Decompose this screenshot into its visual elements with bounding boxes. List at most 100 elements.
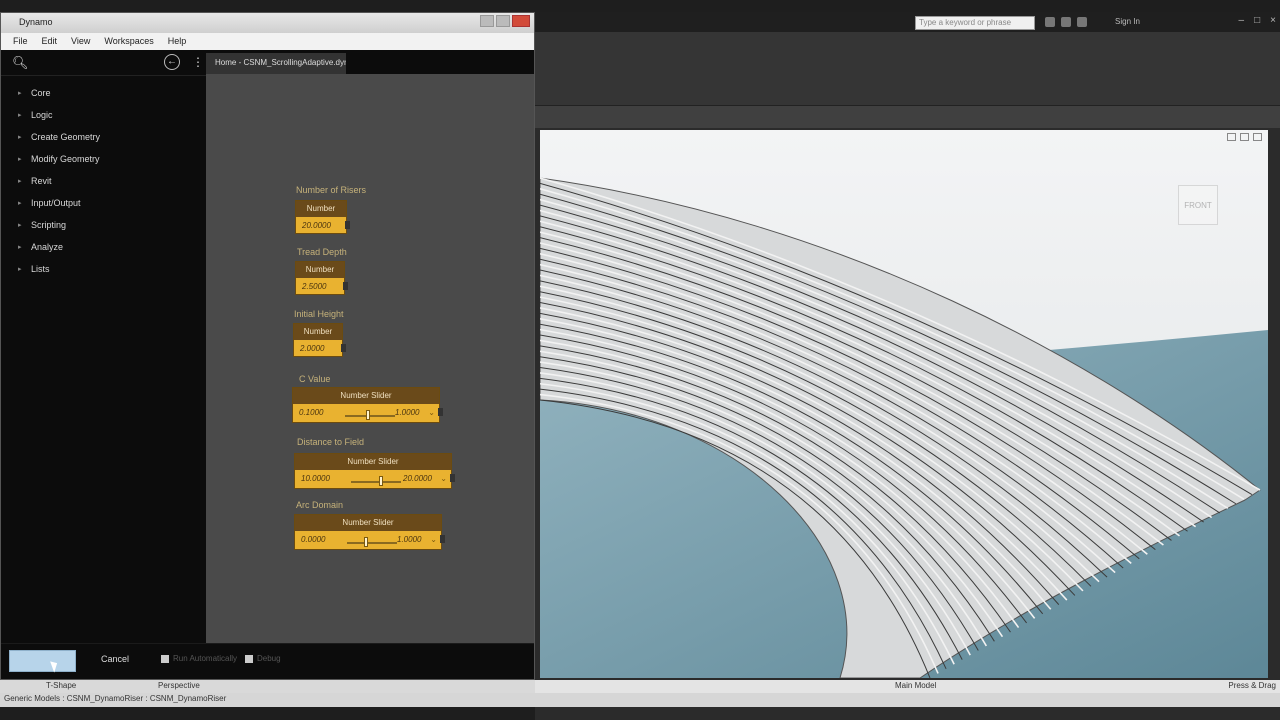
status-hint: Press & Drag bbox=[1228, 681, 1276, 690]
viewport-close-icon[interactable] bbox=[1253, 133, 1262, 141]
node-header: Number bbox=[296, 262, 344, 278]
library-item-revit[interactable]: ▸ Revit bbox=[1, 170, 206, 192]
output-port[interactable] bbox=[438, 408, 443, 416]
number-input[interactable]: 2.5000 bbox=[296, 278, 344, 294]
slider-min[interactable]: 0.0000 bbox=[301, 535, 325, 544]
back-arrow-icon[interactable]: ← bbox=[164, 54, 180, 70]
viewport-scene bbox=[540, 130, 1268, 678]
library-item-scripting[interactable]: ▸ Scripting bbox=[1, 214, 206, 236]
output-port[interactable] bbox=[345, 221, 350, 229]
workspace-tab[interactable]: Home - CSNM_ScrollingAdaptive.dyn bbox=[206, 53, 346, 74]
node-label-initial-height: Initial Height bbox=[294, 309, 344, 319]
chevron-right-icon: ▸ bbox=[18, 112, 22, 119]
chevron-down-icon[interactable]: ⌄ bbox=[428, 408, 435, 417]
chevron-right-icon: ▸ bbox=[18, 266, 22, 273]
library-item-lists[interactable]: ▸ Lists bbox=[1, 258, 206, 280]
output-port[interactable] bbox=[440, 535, 445, 543]
chevron-down-icon[interactable]: ⌄ bbox=[440, 474, 447, 483]
number-node-tread-depth[interactable]: Number 2.5000 bbox=[295, 261, 348, 295]
slider-min[interactable]: 10.0000 bbox=[301, 474, 330, 483]
slider-max[interactable]: 1.0000 bbox=[397, 535, 421, 544]
close-icon[interactable] bbox=[512, 15, 530, 27]
slider-body: 0.0000 1.0000 ⌄ bbox=[295, 531, 441, 549]
slider-node-distance-to-field[interactable]: Number Slider 10.0000 20.0000 ⌄ bbox=[294, 453, 455, 489]
node-header: Number bbox=[294, 324, 342, 340]
library-item-core[interactable]: ▸ Core bbox=[1, 82, 206, 104]
library-item-analyze[interactable]: ▸ Analyze bbox=[1, 236, 206, 258]
slider-node-arc-domain[interactable]: Number Slider 0.0000 1.0000 ⌄ bbox=[294, 514, 445, 550]
slider-node-c-value[interactable]: Number Slider 0.1000 1.0000 ⌄ bbox=[292, 387, 443, 423]
library-search-bar: 🔍︎ ← ⋮ bbox=[1, 50, 206, 76]
dynamo-titlebar: Dynamo bbox=[1, 13, 534, 33]
output-port[interactable] bbox=[343, 282, 348, 290]
library-item-label: Lists bbox=[31, 264, 50, 274]
chevron-right-icon: ▸ bbox=[18, 200, 22, 207]
sign-in-link[interactable]: Sign In bbox=[1115, 17, 1140, 26]
maximize-icon[interactable]: □ bbox=[1254, 15, 1260, 26]
slider-max[interactable]: 20.0000 bbox=[403, 474, 432, 483]
view-control-bar[interactable]: Perspective bbox=[150, 680, 535, 693]
chevron-right-icon: ▸ bbox=[18, 222, 22, 229]
star-icon[interactable] bbox=[1061, 17, 1071, 27]
slider-track[interactable] bbox=[345, 415, 395, 417]
library-item-create-geometry[interactable]: ▸ Create Geometry bbox=[1, 126, 206, 148]
library-item-label: Input/Output bbox=[31, 198, 81, 208]
host-window-buttons: – □ × bbox=[1239, 15, 1276, 26]
view-cube[interactable]: FRONT bbox=[1178, 185, 1218, 225]
help-search-input[interactable]: Type a keyword or phrase bbox=[915, 16, 1035, 30]
workspace-tabbar: Home - CSNM_ScrollingAdaptive.dyn bbox=[206, 50, 534, 74]
number-node-risers[interactable]: Number 20.0000 bbox=[295, 200, 350, 234]
close-icon[interactable]: × bbox=[1270, 15, 1276, 26]
menu-bar: File Edit View Workspaces Help bbox=[1, 33, 534, 50]
menu-view[interactable]: View bbox=[71, 36, 90, 47]
run-automatically-label: Run Automatically bbox=[173, 654, 238, 663]
more-options-icon[interactable]: ⋮ bbox=[192, 55, 204, 69]
viewport-minimize-icon[interactable] bbox=[1227, 133, 1236, 141]
slider-body: 10.0000 20.0000 ⌄ bbox=[295, 470, 451, 488]
chevron-right-icon: ▸ bbox=[18, 178, 22, 185]
minimize-icon[interactable]: – bbox=[1239, 15, 1245, 26]
binoculars-icon[interactable] bbox=[1045, 17, 1055, 27]
library-item-logic[interactable]: ▸ Logic bbox=[1, 104, 206, 126]
viewport-restore-icon[interactable] bbox=[1240, 133, 1249, 141]
debug-checkbox[interactable] bbox=[245, 655, 253, 663]
workset-label[interactable]: Main Model bbox=[895, 681, 936, 690]
maximize-icon[interactable] bbox=[496, 15, 510, 27]
view-tabs bbox=[535, 106, 1280, 128]
slider-track[interactable] bbox=[347, 542, 397, 544]
library-item-input-output[interactable]: ▸ Input/Output bbox=[1, 192, 206, 214]
execution-bar: Cancel Run Automatically Debug bbox=[1, 643, 534, 679]
number-input[interactable]: 2.0000 bbox=[294, 340, 342, 356]
output-port[interactable] bbox=[341, 344, 346, 352]
slider-thumb[interactable] bbox=[364, 537, 368, 547]
slider-track[interactable] bbox=[351, 481, 401, 483]
menu-help[interactable]: Help bbox=[168, 36, 187, 47]
dynamo-title: Dynamo bbox=[19, 17, 53, 27]
menu-file[interactable]: File bbox=[13, 36, 28, 47]
search-icon[interactable]: 🔍︎ bbox=[12, 55, 29, 71]
slider-thumb[interactable] bbox=[379, 476, 383, 486]
library-item-modify-geometry[interactable]: ▸ Modify Geometry bbox=[1, 148, 206, 170]
user-icon[interactable] bbox=[1077, 17, 1087, 27]
minimize-icon[interactable] bbox=[480, 15, 494, 27]
node-library: 🔍︎ ← ⋮ ▸ Core ▸ Logic ▸ Create Geometry ▸ Mo… bbox=[1, 50, 206, 643]
slider-min[interactable]: 0.1000 bbox=[299, 408, 323, 417]
3d-viewport[interactable]: FRONT bbox=[540, 130, 1268, 678]
slider-max[interactable]: 1.0000 bbox=[395, 408, 419, 417]
menu-edit[interactable]: Edit bbox=[42, 36, 58, 47]
menu-workspaces[interactable]: Workspaces bbox=[104, 36, 153, 47]
revit-titlebar: Type a keyword or phrase Sign In – □ × bbox=[535, 12, 1280, 32]
output-port[interactable] bbox=[450, 474, 455, 482]
number-node-initial-height[interactable]: Number 2.0000 bbox=[293, 323, 346, 357]
library-item-label: Revit bbox=[31, 176, 52, 186]
cancel-button[interactable]: Cancel bbox=[101, 654, 129, 664]
library-item-label: Modify Geometry bbox=[31, 154, 100, 164]
number-input[interactable]: 20.0000 bbox=[296, 217, 346, 233]
run-button[interactable] bbox=[9, 650, 76, 672]
graph-canvas[interactable]: Home - CSNM_ScrollingAdaptive.dyn Number… bbox=[206, 50, 534, 643]
run-automatically-checkbox[interactable] bbox=[161, 655, 169, 663]
chevron-down-icon[interactable]: ⌄ bbox=[430, 535, 437, 544]
slider-thumb[interactable] bbox=[365, 410, 370, 420]
dynamo-window: Dynamo File Edit View Workspaces Help 🔍︎… bbox=[0, 12, 535, 680]
node-header: Number Slider bbox=[295, 515, 441, 531]
